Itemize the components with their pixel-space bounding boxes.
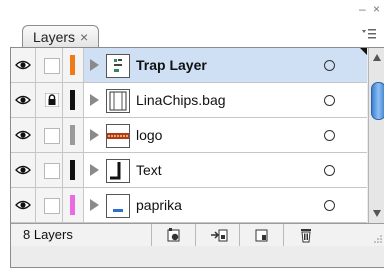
window-controls: – ×	[355, 2, 380, 16]
layer-thumbnail	[106, 194, 130, 218]
move-to-layer-icon	[211, 229, 228, 242]
layer-count: 8 Layers	[23, 227, 73, 242]
expand-triangle-icon[interactable]	[90, 59, 99, 71]
lock-toggle[interactable]	[36, 48, 63, 82]
new-layer-button[interactable]	[239, 224, 284, 246]
layer-name: Trap Layer	[136, 57, 207, 73]
visibility-toggle[interactable]	[11, 188, 36, 222]
expand-triangle-icon[interactable]	[90, 94, 99, 106]
selection-corner-icon	[360, 48, 367, 55]
layer-color-bar	[70, 125, 75, 145]
expand-triangle-icon[interactable]	[90, 129, 99, 141]
layer-color-bar	[70, 90, 75, 110]
layer-color-swatch	[63, 83, 84, 117]
scrollbar[interactable]	[368, 48, 384, 223]
tab-label: Layers	[33, 29, 76, 45]
delete-layer-icon	[301, 229, 311, 243]
layer-color-swatch	[63, 118, 84, 152]
panel-menu-icon[interactable]	[360, 28, 378, 44]
layer-color-bar	[70, 55, 75, 75]
target-circle-icon[interactable]	[324, 60, 335, 71]
delete-layer-button[interactable]	[283, 224, 328, 246]
layer-row[interactable]: Trap Layer	[11, 48, 367, 83]
layer-list: Trap Layer LinaChips.bag logo Text paprika	[11, 48, 367, 223]
lock-toggle[interactable]	[36, 188, 63, 222]
tab-close-icon[interactable]: ×	[80, 29, 88, 45]
close-window-button[interactable]: ×	[373, 2, 380, 16]
layer-row[interactable]: logo	[11, 118, 367, 153]
layers-panel: Trap Layer LinaChips.bag logo Text paprika 8…	[10, 47, 384, 268]
layer-name: logo	[136, 127, 163, 143]
tab-layers[interactable]: Layers ×	[22, 25, 100, 48]
visibility-toggle[interactable]	[11, 48, 36, 82]
target-circle-icon[interactable]	[324, 95, 335, 106]
lock-toggle[interactable]	[36, 83, 63, 117]
lock-empty-box	[44, 128, 60, 144]
resize-grip-icon[interactable]	[373, 234, 383, 244]
layer-name: paprika	[136, 197, 182, 213]
target-circle-icon[interactable]	[324, 200, 335, 211]
target-circle-icon[interactable]	[324, 165, 335, 176]
lock-empty-box	[44, 198, 60, 214]
layer-thumbnail	[106, 54, 130, 78]
layer-color-swatch	[63, 48, 84, 82]
layer-color-swatch	[63, 153, 84, 187]
locate-object-button[interactable]	[151, 224, 196, 246]
layer-main[interactable]: LinaChips.bag	[84, 83, 367, 117]
visibility-toggle[interactable]	[11, 118, 36, 152]
lock-toggle[interactable]	[36, 118, 63, 152]
expand-triangle-icon[interactable]	[90, 199, 99, 211]
layer-main[interactable]: Trap Layer	[84, 48, 367, 82]
lock-toggle[interactable]	[36, 153, 63, 187]
move-to-layer-button[interactable]	[195, 224, 240, 246]
lock-empty-box	[44, 58, 60, 74]
layer-row[interactable]: LinaChips.bag	[11, 83, 367, 118]
visibility-toggle[interactable]	[11, 83, 36, 117]
locate-object-icon	[167, 228, 180, 242]
expand-triangle-icon[interactable]	[90, 164, 99, 176]
new-layer-icon	[255, 229, 268, 242]
layer-name: LinaChips.bag	[136, 92, 226, 108]
lock-empty-box	[44, 163, 60, 179]
layer-main[interactable]: paprika	[84, 188, 367, 222]
scroll-up-icon[interactable]	[373, 54, 381, 61]
layer-row[interactable]: Text	[11, 153, 367, 188]
panel-footer: 8 Layers	[11, 223, 384, 246]
layer-color-swatch	[63, 188, 84, 222]
layer-main[interactable]: logo	[84, 118, 367, 152]
layer-thumbnail	[106, 159, 130, 183]
layer-thumbnail	[106, 89, 130, 113]
layer-main[interactable]: Text	[84, 153, 367, 187]
layer-color-bar	[70, 195, 75, 215]
visibility-toggle[interactable]	[11, 153, 36, 187]
layer-thumbnail	[106, 124, 130, 148]
layer-name: Text	[136, 162, 162, 178]
scroll-thumb[interactable]	[371, 82, 384, 120]
scroll-down-icon[interactable]	[373, 210, 381, 217]
minimize-button[interactable]: –	[359, 2, 366, 16]
layer-row[interactable]: paprika	[11, 188, 367, 223]
target-circle-icon[interactable]	[324, 130, 335, 141]
layer-color-bar	[70, 160, 75, 180]
